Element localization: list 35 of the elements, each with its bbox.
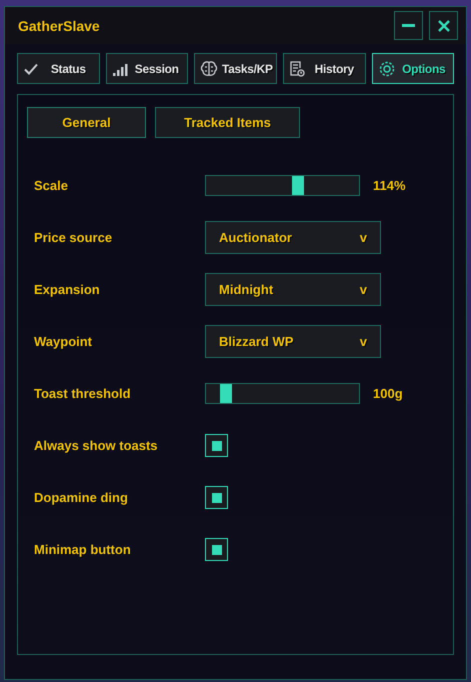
setting-label: Scale [34, 178, 69, 193]
setting-label: Minimap button [34, 542, 132, 557]
checkbox[interactable] [205, 434, 228, 457]
minimize-button[interactable] [394, 11, 423, 40]
setting-label: Expansion [34, 282, 101, 297]
setting-label: Waypoint [34, 334, 94, 349]
window-title: GatherSlave [18, 18, 100, 34]
dropdown[interactable]: Auctionator v [205, 221, 381, 254]
minimize-icon [402, 24, 415, 27]
checkbox[interactable] [205, 538, 228, 561]
setting-label: Dopamine ding [34, 490, 129, 505]
dropdown[interactable]: Blizzard WP v [205, 325, 381, 358]
slider-thumb[interactable] [220, 384, 232, 403]
document-clock-icon [289, 60, 305, 76]
close-button[interactable] [429, 11, 458, 40]
slider-value: 100g [373, 386, 403, 401]
gear-icon [378, 60, 396, 78]
setting-label: Price source [34, 230, 114, 245]
tab[interactable]: Status [17, 53, 100, 84]
dropdown[interactable]: Midnight v [205, 273, 381, 306]
checkbox[interactable] [205, 486, 228, 509]
tab[interactable]: Options [372, 53, 454, 84]
tab[interactable]: Tasks/KP [194, 53, 277, 84]
setting-label: Toast threshold [34, 386, 132, 401]
close-icon [436, 18, 450, 32]
slider-value: 114% [373, 178, 406, 193]
brain-icon [200, 60, 218, 78]
slider-thumb[interactable] [292, 176, 304, 195]
setting-label: Always show toasts [34, 438, 159, 453]
sub-tab[interactable]: General [27, 107, 146, 138]
sub-tab[interactable]: Tracked Items [155, 107, 300, 138]
slider-track[interactable] [205, 175, 360, 196]
tab[interactable]: History [283, 53, 366, 84]
tab[interactable]: Session [106, 53, 188, 84]
slider-track[interactable] [205, 383, 360, 404]
